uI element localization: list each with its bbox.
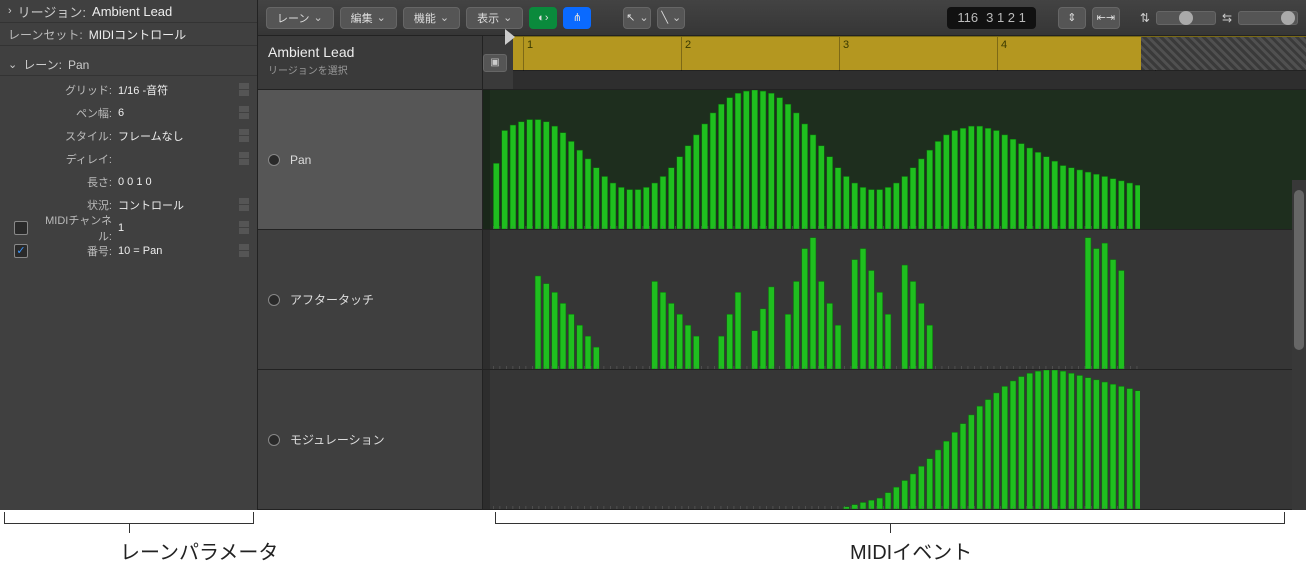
catch-playhead-button[interactable]: ⋔ xyxy=(563,7,591,29)
vzoom-fit-icon: ⇕ xyxy=(1067,11,1076,24)
vertical-zoom-slider[interactable] xyxy=(1156,11,1216,25)
vertical-scrollbar[interactable] xyxy=(1292,180,1306,510)
region-header: Ambient Lead リージョンを選択 ▣ 123456 xyxy=(258,36,1306,90)
pointer-tool[interactable]: ↖⌄ xyxy=(623,7,651,29)
lane-select-radio[interactable] xyxy=(268,154,280,166)
annotation-bracket-left xyxy=(4,512,254,524)
stepper-icon[interactable] xyxy=(239,83,249,96)
menu-view[interactable]: 表示⌄ xyxy=(466,7,523,29)
hzoom-fit-icon: ⇤⇥ xyxy=(1097,11,1115,24)
laneset-value: MIDIコントロール xyxy=(89,26,186,43)
stepper-icon[interactable] xyxy=(239,152,249,165)
menu-lane[interactable]: レーン⌄ xyxy=(266,7,334,29)
ruler-bar-2[interactable]: 2 xyxy=(681,37,691,73)
menu-edit[interactable]: 編集⌄ xyxy=(340,7,397,29)
ruler[interactable]: 123456 xyxy=(513,36,1306,89)
region-header-row[interactable]: › リージョン: Ambient Lead xyxy=(0,0,257,23)
region-subtitle: リージョンを選択 xyxy=(268,62,472,77)
ruler-bar-1[interactable]: 1 xyxy=(523,37,533,73)
line-icon: ╲ xyxy=(661,11,668,24)
region-title-area: Ambient Lead リージョンを選択 xyxy=(258,36,483,89)
lane-set-row[interactable]: レーンセット: MIDIコントロール xyxy=(0,23,257,46)
stepper-icon[interactable] xyxy=(239,106,249,119)
param-pen-width[interactable]: ペン幅: 6 xyxy=(0,101,257,124)
lane-body-pan[interactable] xyxy=(483,90,1306,229)
menu-function[interactable]: 機能⌄ xyxy=(403,7,460,29)
lane-body-aftertouch[interactable] xyxy=(483,230,1306,369)
horizontal-zoom-slider[interactable] xyxy=(1238,11,1298,25)
param-length[interactable]: 長さ: 0 0 1 0 xyxy=(0,170,257,193)
stepper-icon[interactable] xyxy=(239,221,249,234)
lane-label: レーン: xyxy=(23,56,62,73)
midi-out-button[interactable]: ▣ xyxy=(483,54,507,72)
annotation-left-label: レーンパラメータ xyxy=(120,536,278,565)
chevron-down-icon: ⌄ xyxy=(8,58,17,71)
region-label: リージョン: xyxy=(18,2,86,21)
laneset-label: レーンセット: xyxy=(8,26,83,43)
beat-ruler[interactable] xyxy=(513,71,1306,89)
lane-body-modulation[interactable] xyxy=(483,370,1306,509)
stepper-icon[interactable] xyxy=(239,198,249,211)
lane-select-radio[interactable] xyxy=(268,434,280,446)
line-tool[interactable]: ╲⌄ xyxy=(657,7,685,29)
pointer-icon: ↖ xyxy=(626,11,635,24)
lane-row[interactable]: ⌄ レーン: Pan xyxy=(0,46,257,76)
param-midi-channel[interactable]: MIDIチャンネル: 1 xyxy=(0,216,257,239)
ruler-bar-3[interactable]: 3 xyxy=(839,37,849,73)
region-value: Ambient Lead xyxy=(92,4,172,19)
region-title: Ambient Lead xyxy=(268,44,472,60)
lane-parameters: グリッド: 1/16 -音符 ペン幅: 6 スタイル: フレームなし ディレイ:… xyxy=(0,76,257,264)
number-checkbox[interactable]: ✓ xyxy=(14,244,28,258)
lanes-area: Pan アフタータッチ モジ xyxy=(258,90,1306,510)
annotation-right-label: MIDIイベント xyxy=(850,536,972,565)
horizontal-autozoom-button[interactable]: ⇤⇥ xyxy=(1092,7,1120,29)
param-grid[interactable]: グリッド: 1/16 -音符 xyxy=(0,78,257,101)
stepper-icon[interactable] xyxy=(239,244,249,257)
lane-value: Pan xyxy=(68,58,89,72)
toolbar: レーン⌄ 編集⌄ 機能⌄ 表示⌄ ◐› ⋔ ↖⌄ ╲⌄ 116 3 1 2 1 … xyxy=(258,0,1306,36)
hzoom-icon: ⇆ xyxy=(1222,11,1232,25)
lane-inspector-panel: › リージョン: Ambient Lead レーンセット: MIDIコントロール… xyxy=(0,0,258,510)
midi-channel-checkbox[interactable] xyxy=(14,221,28,235)
annotation-layer: レーンパラメータ MIDIイベント xyxy=(0,510,1306,572)
chevron-right-icon: › xyxy=(8,5,12,17)
palette-icon: ◐› xyxy=(538,12,548,24)
position-lcd[interactable]: 116 3 1 2 1 xyxy=(947,7,1036,29)
lane-pan[interactable]: Pan xyxy=(258,90,1306,230)
midi-out-icon: ▣ xyxy=(490,57,499,68)
lane-select-radio[interactable] xyxy=(268,294,280,306)
midi-in-button[interactable]: ◐› xyxy=(529,7,557,29)
lane-head-aftertouch[interactable]: アフタータッチ xyxy=(258,230,483,369)
lane-modulation[interactable]: モジュレーション xyxy=(258,370,1306,510)
bar-ruler[interactable]: 123456 xyxy=(513,36,1306,71)
param-number[interactable]: ✓ 番号: 10 = Pan xyxy=(0,239,257,262)
annotation-bracket-right xyxy=(495,512,1285,524)
main-editor: レーン⌄ 編集⌄ 機能⌄ 表示⌄ ◐› ⋔ ↖⌄ ╲⌄ 116 3 1 2 1 … xyxy=(258,0,1306,510)
lane-head-modulation[interactable]: モジュレーション xyxy=(258,370,483,509)
param-delay[interactable]: ディレイ: xyxy=(0,147,257,170)
vzoom-icon: ⇅ xyxy=(1140,11,1150,25)
vertical-autozoom-button[interactable]: ⇕ xyxy=(1058,7,1086,29)
ruler-bar-4[interactable]: 4 xyxy=(997,37,1007,73)
lane-aftertouch[interactable]: アフタータッチ xyxy=(258,230,1306,370)
playhead-catch-icon: ⋔ xyxy=(573,11,582,24)
scrollbar-thumb[interactable] xyxy=(1294,190,1304,350)
lcd-position: 3 1 2 1 xyxy=(986,10,1026,25)
lane-head-pan[interactable]: Pan xyxy=(258,90,483,229)
ruler-inactive-area xyxy=(1141,37,1306,70)
app-window: › リージョン: Ambient Lead レーンセット: MIDIコントロール… xyxy=(0,0,1306,510)
lcd-bar: 116 xyxy=(957,10,978,25)
stepper-icon[interactable] xyxy=(239,129,249,142)
param-style[interactable]: スタイル: フレームなし xyxy=(0,124,257,147)
